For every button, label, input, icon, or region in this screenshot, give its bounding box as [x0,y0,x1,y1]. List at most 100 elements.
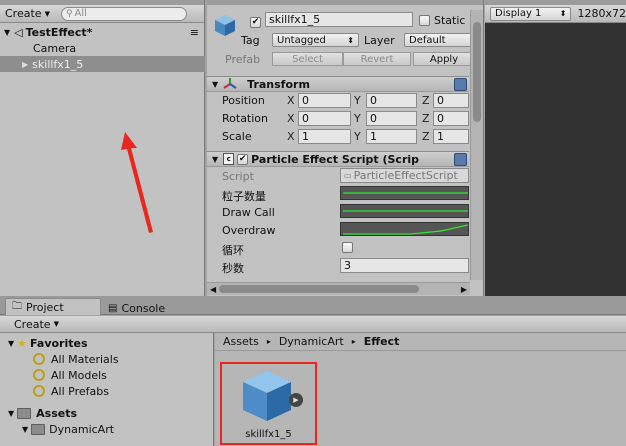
hierarchy-item-skillfx[interactable]: ▶ skillfx1_5 [0,56,205,72]
project-create-button[interactable]: Create ▼ [10,316,64,333]
menu-icon[interactable]: ≡ [190,26,199,39]
transform-header[interactable]: ▼ Transform [207,76,469,92]
inspector-vertical-scrollbar[interactable] [470,10,483,280]
loop-checkbox[interactable] [342,242,353,256]
expand-arrow-icon[interactable]: ▼ [4,28,10,37]
collapsed-arrow-icon[interactable]: ▶ [22,60,28,69]
tab-console-label: Console [121,301,166,315]
tab-project[interactable]: 🗀 Project [5,298,101,315]
hierarchy-item-label: skillfx1_5 [32,57,84,71]
object-name-field[interactable]: skillfx1_5 [265,12,413,27]
hierarchy-item-camera[interactable]: Camera [0,40,205,56]
hierarchy-create-button[interactable]: Create ▼ [0,5,55,22]
scale-z-field[interactable]: 1 [433,129,469,144]
favorite-item[interactable]: All Materials [0,351,213,367]
expand-arrow-icon[interactable]: ▼ [8,409,14,418]
breadcrumb-item[interactable]: Assets [223,335,259,348]
dropdown-arrow-icon: ▼ [53,320,59,328]
project-toolbar: Create ▼ [0,316,626,333]
static-checkbox[interactable] [419,15,430,26]
scale-y-field[interactable]: 1 [366,129,417,144]
prefab-revert-button[interactable]: Revert [343,52,411,66]
favorites-row[interactable]: ▼ ★ Favorites [0,335,213,351]
z-axis-label: Z [422,130,430,143]
favorite-item[interactable]: All Prefabs [0,383,213,399]
object-name-value: skillfx1_5 [269,13,321,26]
field-value: 0 [437,112,444,125]
static-toggle[interactable]: Static [419,14,465,27]
scroll-left-icon[interactable]: ◀ [210,285,216,294]
particle-script-title: Particle Effect Script (Scrip [251,152,420,166]
search-icon [33,353,45,365]
prefab-select-button[interactable]: Select [272,52,343,66]
field-value: 0 [437,94,444,107]
field-value: 0 [302,94,309,107]
drawcall-label: Draw Call [222,206,275,219]
check-icon: ✔ [250,16,261,28]
loop-label: 循环 [222,244,244,257]
y-axis-label: Y [354,112,361,125]
tag-dropdown[interactable]: Untagged ⬍ [272,33,359,47]
layer-dropdown[interactable]: Default [404,33,474,47]
script-enabled-checkbox[interactable]: ✔ [237,153,249,165]
scale-label: Scale [222,130,252,143]
overdraw-curve[interactable] [340,222,469,236]
z-axis-label: Z [422,112,430,125]
position-x-field[interactable]: 0 [298,93,351,108]
tab-console[interactable]: ▤ Console [108,299,165,317]
search-placeholder: All [74,8,87,19]
scroll-right-icon[interactable]: ▶ [461,285,467,294]
display-value: Display 1 [495,8,542,19]
drawcall-curve[interactable] [340,204,469,218]
field-value: 0 [370,112,377,125]
rotation-y-field[interactable]: 0 [366,111,417,126]
folder-item[interactable]: ▼ DynamicArt [0,421,213,437]
seconds-label: 秒数 [222,262,244,275]
inspector-horizontal-scrollbar[interactable]: ◀ ▶ [207,282,470,295]
expand-arrow-icon[interactable]: ▼ [22,425,28,434]
folder-icon [17,407,32,419]
expand-arrow-icon[interactable]: ▼ [212,80,218,89]
component-settings-icon[interactable] [454,152,467,166]
seconds-value: 3 [344,259,351,272]
game-viewport[interactable] [487,24,626,296]
hierarchy-search-input[interactable]: ⚲ All [60,6,187,21]
field-value: 1 [302,130,309,143]
rotation-z-field[interactable]: 0 [433,111,469,126]
scene-name: TestEffect* [25,25,93,39]
seconds-field[interactable]: 3 [340,258,469,273]
rotation-x-field[interactable]: 0 [298,111,351,126]
expand-arrow-icon[interactable]: ▼ [8,339,14,348]
folder-icon: 🗀 [12,300,22,312]
favorites-label: Favorites [30,336,88,350]
breadcrumb-item[interactable]: DynamicArt [279,335,344,348]
scale-x-field[interactable]: 1 [298,129,351,144]
favorite-label: All Prefabs [51,384,109,398]
z-axis-label: Z [422,94,430,107]
particle-count-label: 粒子数量 [222,190,266,203]
display-dropdown[interactable]: Display 1 ⬍ [490,6,572,21]
script-reference-field[interactable]: ▭ ParticleEffectScript [340,168,469,183]
play-icon[interactable]: ▶ [289,393,303,407]
script-value: ParticleEffectScript [353,169,458,182]
asset-tile[interactable]: ▶ skillfx1_5 [223,365,314,443]
scrollbar-thumb[interactable] [473,22,481,122]
favorite-item[interactable]: All Models [0,367,213,383]
assets-row[interactable]: ▼ Assets [0,405,213,421]
overdraw-label: Overdraw [222,224,276,237]
unity-scene-icon: ◁ [14,25,23,39]
expand-arrow-icon[interactable]: ▼ [212,155,218,164]
particle-count-curve[interactable] [340,186,469,200]
position-z-field[interactable]: 0 [433,93,469,108]
red-arrow-annotation [121,132,153,233]
scrollbar-thumb[interactable] [219,285,420,293]
active-checkbox[interactable]: ✔ [250,14,261,28]
breadcrumb-item[interactable]: Effect [364,335,400,348]
scene-row[interactable]: ▼ ◁ TestEffect* ≡ [0,24,205,40]
prefab-apply-button[interactable]: Apply [413,52,475,66]
component-settings-icon[interactable] [454,77,467,91]
hierarchy-item-label: Camera [33,41,77,55]
particle-script-header[interactable]: ▼ c ✔ Particle Effect Script (Scrip [207,151,469,167]
position-y-field[interactable]: 0 [366,93,417,108]
resolution-dropdown[interactable]: 1280x72 [577,7,626,20]
